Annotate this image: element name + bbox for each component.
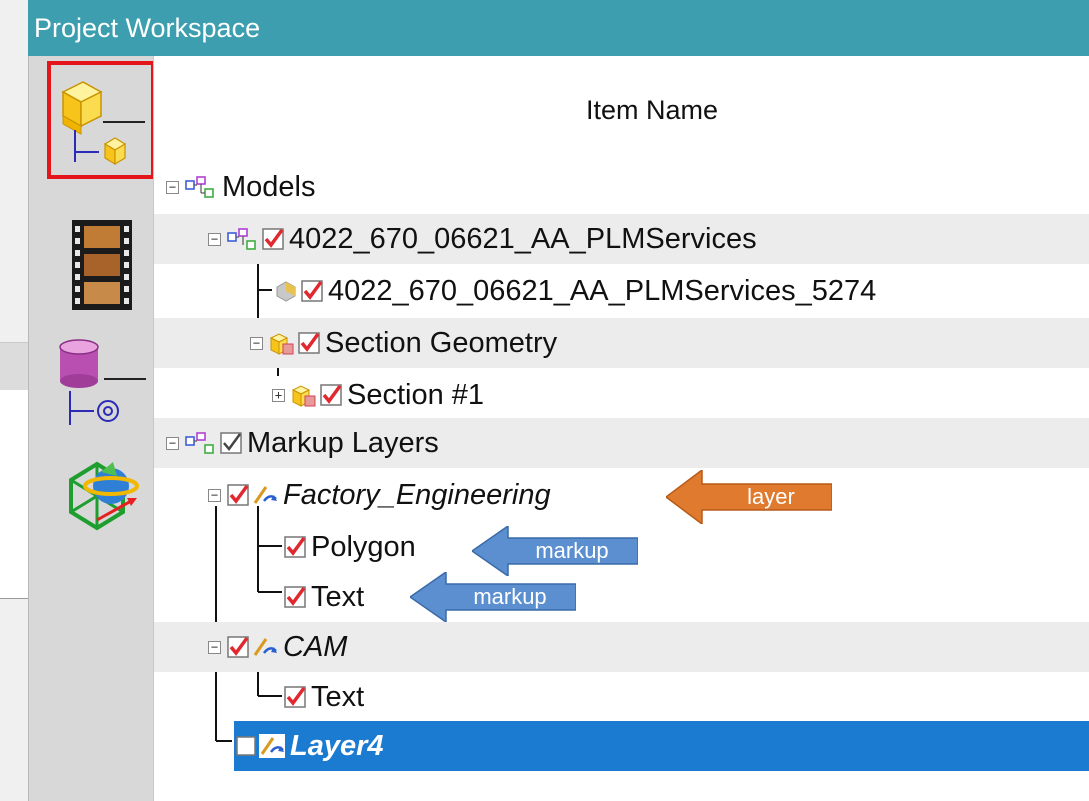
tree-label: CAM [283, 630, 348, 663]
tree-label: 4022_670_06621_AA_PLMServices [289, 222, 757, 255]
checkbox-partial-icon[interactable] [220, 432, 242, 454]
checkbox-unchecked-icon[interactable] [236, 736, 256, 756]
checkbox-checked-icon[interactable] [262, 228, 284, 250]
background-window-tab [0, 342, 30, 392]
animation-filmstrip-icon [72, 220, 132, 310]
markup-callout-polygon: markup [472, 526, 638, 576]
checkbox-checked-icon[interactable] [284, 536, 306, 558]
checkbox-checked-icon[interactable] [320, 384, 342, 406]
markup-callout-text: markup [410, 572, 576, 622]
markup-layer-icon [253, 638, 277, 656]
checkbox-checked-icon[interactable] [284, 586, 306, 608]
checkbox-checked-icon[interactable] [284, 686, 306, 708]
collapse-toggle[interactable]: − [208, 640, 221, 654]
viewpoint-button[interactable] [47, 436, 157, 554]
window-title-bar: Project Workspace [28, 0, 1089, 56]
tree-row-layer4[interactable]: Layer4 [234, 721, 1089, 771]
data-management-button[interactable] [47, 322, 157, 440]
markup-layer-icon [259, 734, 285, 758]
workspace-toolbar [28, 56, 157, 801]
collapse-toggle[interactable]: − [166, 436, 179, 450]
collapse-toggle[interactable]: − [208, 232, 221, 246]
checkbox-checked-icon[interactable] [227, 636, 249, 658]
tree-label: Markup Layers [247, 426, 439, 459]
globe-network-icon [69, 461, 139, 531]
checkbox-checked-icon[interactable] [298, 332, 320, 354]
expand-toggle[interactable]: + [272, 388, 285, 402]
collapse-toggle[interactable]: − [166, 180, 179, 194]
layer-callout-label: layer [747, 484, 795, 509]
tree-label: Layer4 [290, 729, 384, 762]
column-header-item-name[interactable]: Item Name [154, 56, 1089, 164]
tree-row-text[interactable]: Text [154, 672, 1089, 722]
tree-row-cam[interactable]: − CAM [154, 622, 1089, 672]
model-tree-icon [61, 81, 145, 166]
checkbox-checked-icon[interactable] [227, 484, 249, 506]
model-group-icon [185, 176, 214, 198]
tree-row-markup-layers[interactable]: − Markup Layers [154, 418, 1089, 468]
database-tree-icon [59, 339, 146, 425]
tree-row-factory-engineering[interactable]: − Factory_Engineering [154, 470, 1089, 520]
part-shape-icon [276, 281, 296, 302]
markup-callout-label: markup [535, 538, 609, 563]
tree-label: Polygon [311, 530, 416, 563]
tree-row-models[interactable]: − Models [154, 162, 1089, 212]
window-title: Project Workspace [34, 12, 261, 43]
markup-callout-label: markup [473, 584, 547, 609]
tree-row-section-geometry[interactable]: − Section Geometry [154, 318, 1089, 368]
layer-callout: layer [666, 470, 832, 524]
collapse-toggle[interactable]: − [250, 336, 263, 350]
animation-button[interactable] [47, 206, 157, 324]
model-group-icon [227, 228, 256, 250]
background-window-panel [0, 390, 30, 599]
tree-label: Section Geometry [325, 326, 558, 359]
markup-layer-icon [253, 486, 277, 504]
tree-row-plmservices-5274[interactable]: 4022_670_06621_AA_PLMServices_5274 [154, 266, 1089, 316]
tree-label: Text [311, 580, 365, 613]
tree-row-section-1[interactable]: + Section #1 [154, 370, 1089, 420]
tree-label: Section #1 [347, 378, 485, 411]
tree-label: Factory_Engineering [283, 478, 551, 511]
model-tree-button[interactable] [47, 61, 155, 179]
collapse-toggle[interactable]: − [208, 488, 221, 502]
tree-row-text[interactable]: Text [154, 572, 1089, 622]
model-group-icon [185, 432, 214, 454]
checkbox-checked-icon[interactable] [301, 280, 323, 302]
tree-row-plmservices[interactable]: − 4022_670_06621_AA_PLMServices [154, 214, 1089, 264]
section-geometry-icon [291, 385, 316, 407]
section-geometry-icon [269, 333, 294, 355]
item-tree-panel: Item Name − Models − 4022_670_06621_AA_P… [153, 56, 1089, 801]
tree-label: 4022_670_06621_AA_PLMServices_5274 [328, 274, 877, 307]
tree-label: Models [222, 170, 316, 203]
tree-label: Text [311, 680, 365, 713]
